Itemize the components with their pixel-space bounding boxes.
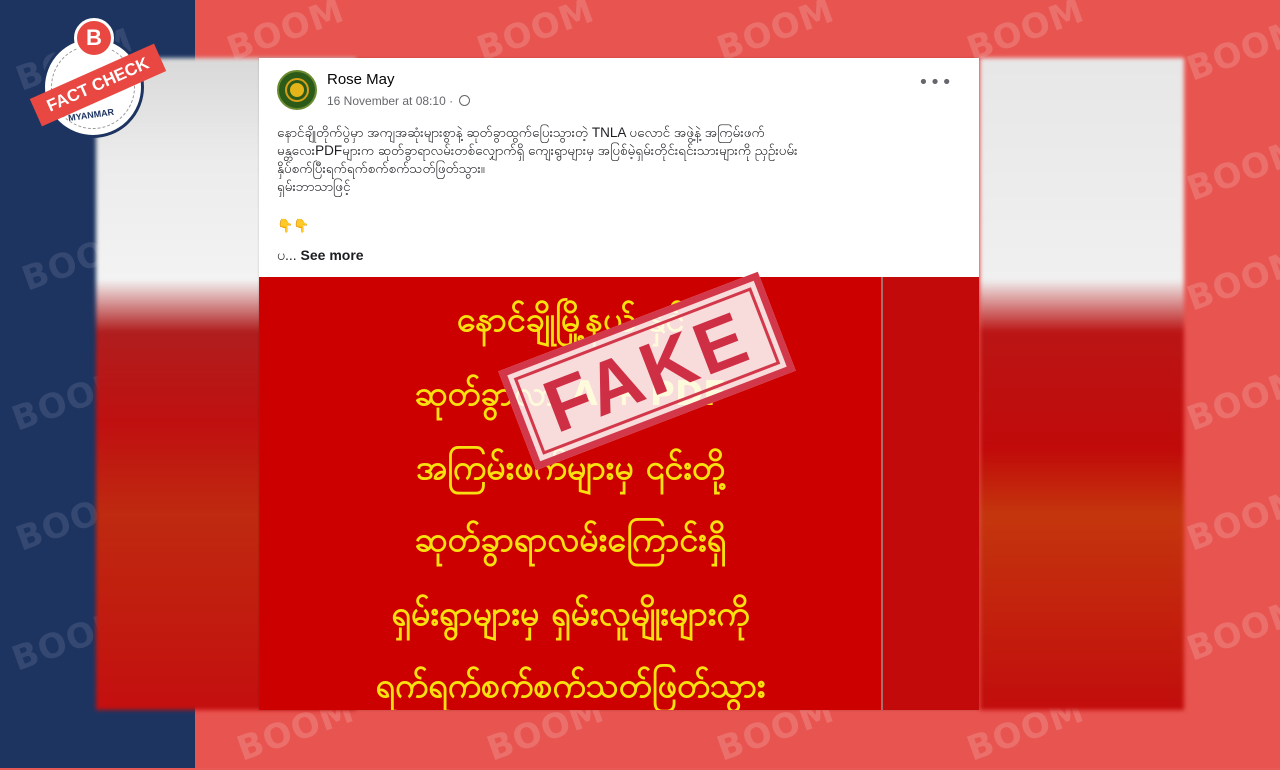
timestamp-text: 16 November at 08:10 · xyxy=(327,94,454,108)
watermark: BOOM xyxy=(1181,480,1280,560)
boom-fact-check-logo: B FACT CHECK MYANMAR xyxy=(28,18,178,138)
post-author[interactable]: Rose May xyxy=(327,71,395,88)
post-text-line: မန္တလေးPDFများက ဆုတ်ခွာရာလမ်းတစ်လျှောက်ရ… xyxy=(277,143,798,158)
watermark: BOOM xyxy=(1181,590,1280,670)
watermark: BOOM xyxy=(1181,130,1280,210)
avatar[interactable] xyxy=(277,70,317,110)
see-more-link[interactable]: See more xyxy=(301,247,364,263)
see-more-line: ပ... See more xyxy=(277,246,364,267)
image-text-line: ရက်ရက်စက်စက်သတ်ဖြတ်သွား xyxy=(375,666,766,706)
post-timestamp[interactable]: 16 November at 08:10 · xyxy=(327,94,471,108)
image-text-line: ဆုတ်ခွာရာလမ်းကြောင်းရှိ xyxy=(414,520,727,560)
watermark: BOOM xyxy=(1181,360,1280,440)
watermark: BOOM xyxy=(1181,240,1280,320)
logo-b-badge: B xyxy=(74,18,114,58)
post-text-line: နှိပ်စက်ပြီးရက်ရက်စက်စက်သတ်ဖြတ်သွား။ xyxy=(277,161,485,176)
more-options-icon[interactable]: ••• xyxy=(918,74,953,92)
image-text-line: ရှမ်းရွာများမှ ရှမ်းလူမျိုးများကို xyxy=(391,594,750,634)
image-text-line: နောင်ချိုမြို့နယ် နှင့် xyxy=(456,300,685,340)
post-text: နောင်ချိုတိုက်ပွဲမှာ အကျအဆုံးများစွာနဲ့ … xyxy=(277,124,967,196)
watermark: BOOM xyxy=(1181,10,1280,90)
pointing-down-emoji: 👇👇 xyxy=(277,219,310,234)
post-text-line: ရှမ်းဘာသာဖြင့် xyxy=(277,179,351,194)
post-text-line: နောင်ချိုတိုက်ပွဲမှာ အကျအဆုံးများစွာနဲ့ … xyxy=(277,125,765,140)
truncated-text: ပ... xyxy=(277,247,297,263)
globe-icon xyxy=(459,95,471,106)
blurred-extension-right xyxy=(980,58,1184,710)
